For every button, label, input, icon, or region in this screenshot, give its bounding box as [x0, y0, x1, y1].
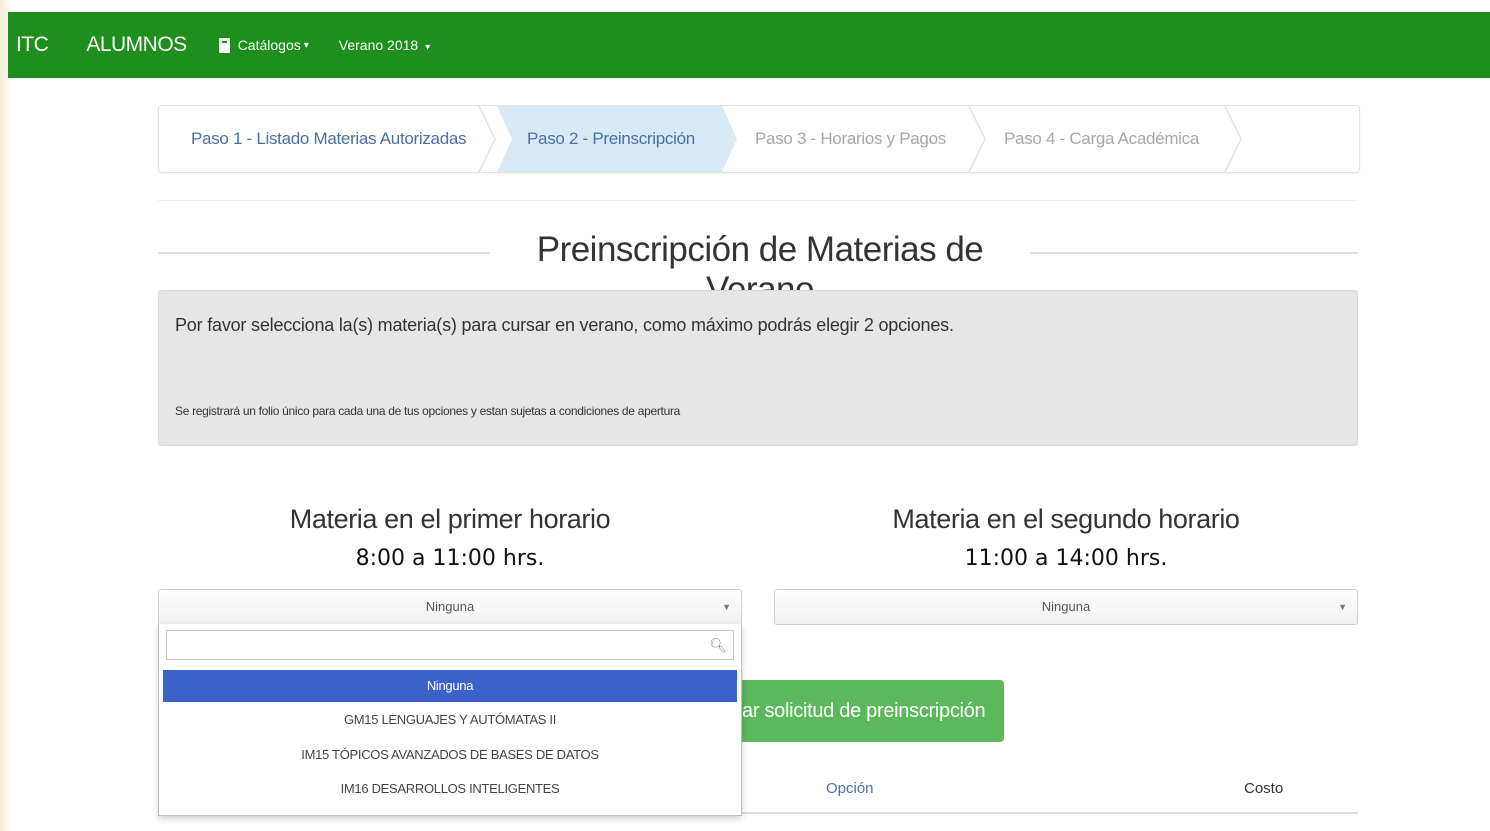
alert-main-text: Por favor selecciona la(s) materia(s) pa… — [175, 315, 954, 335]
nav-alumnos-link[interactable]: ALUMNOS — [86, 33, 187, 57]
first-slot-dropdown: 🔍︎ Ninguna GM15 LENGUAJES Y AUTÓMATAS II… — [158, 624, 742, 816]
dropdown-option[interactable]: GM15 LENGUAJES Y AUTÓMATAS II — [163, 704, 737, 736]
second-slot-time: 11:00 a 14:00 hrs. — [964, 546, 1168, 571]
first-slot-selected-value: Ninguna — [425, 599, 475, 614]
caret-down-icon: ▾ — [425, 42, 431, 53]
title-rule-right — [1030, 252, 1358, 254]
brand-link[interactable]: ITC — [16, 33, 49, 57]
wizard-steps: Paso 1 - Listado Materias Autorizadas Pa… — [158, 105, 1360, 173]
nav-verano-menu[interactable]: Verano 2018 ▾ — [339, 37, 430, 53]
nav-catalogos-menu[interactable]: Catálogos ▾ — [218, 37, 309, 53]
first-slot-title: Materia en el primer horario — [289, 504, 611, 534]
table-header-rule — [742, 812, 1358, 814]
nav-catalogos-label: Catálogos — [237, 37, 301, 53]
submit-button-label: ar solicitud de preinscripción — [742, 700, 986, 722]
submit-preinscription-button[interactable]: ar solicitud de preinscripción — [742, 680, 1004, 742]
left-background-strip — [0, 0, 10, 831]
title-rule-left — [158, 252, 490, 254]
step-separator-chevron — [967, 106, 987, 172]
step-2-preinscripcion[interactable]: Paso 2 - Preinscripción — [497, 106, 737, 172]
table-header-costo: Costo — [1244, 780, 1284, 797]
dropdown-option[interactable]: Ninguna — [163, 670, 737, 702]
search-icon: 🔍︎ — [709, 637, 727, 653]
second-slot-select[interactable]: Ninguna ▼ — [774, 589, 1358, 625]
step-4-carga-academica[interactable]: Paso 4 - Carga Académica — [1004, 106, 1199, 172]
step-separator-chevron — [477, 106, 497, 172]
first-slot-select[interactable]: Ninguna ▼ — [158, 589, 742, 625]
dropdown-search-input[interactable]: 🔍︎ — [166, 630, 734, 660]
step-1-listado[interactable]: Paso 1 - Listado Materias Autorizadas — [191, 106, 467, 172]
step-separator-chevron — [1223, 106, 1243, 172]
book-icon — [218, 37, 230, 53]
first-slot-time: 8:00 a 11:00 hrs. — [355, 546, 545, 571]
info-alert: Por favor selecciona la(s) materia(s) pa… — [158, 290, 1358, 446]
nav-verano-label: Verano 2018 — [338, 37, 419, 53]
dropdown-arrow-icon: ▼ — [1338, 602, 1347, 612]
dropdown-arrow-icon: ▼ — [722, 602, 731, 612]
dropdown-option[interactable]: IM16 DESARROLLOS INTELIGENTES — [163, 773, 737, 805]
divider — [158, 200, 1358, 201]
alert-note-text: Se registrará un folio único para cada u… — [175, 404, 681, 418]
dropdown-option[interactable]: IM15 TÓPICOS AVANZADOS DE BASES DE DATOS — [163, 739, 737, 771]
caret-down-icon: ▾ — [303, 39, 309, 51]
step-3-horarios-pagos[interactable]: Paso 3 - Horarios y Pagos — [755, 106, 946, 172]
top-navbar: ITC ALUMNOS Catálogos ▾ Verano 2018 ▾ — [8, 12, 1490, 78]
second-slot-title: Materia en el segundo horario — [892, 504, 1240, 534]
second-slot-selected-value: Ninguna — [1041, 599, 1091, 614]
table-header-opcion[interactable]: Opción — [826, 780, 874, 797]
